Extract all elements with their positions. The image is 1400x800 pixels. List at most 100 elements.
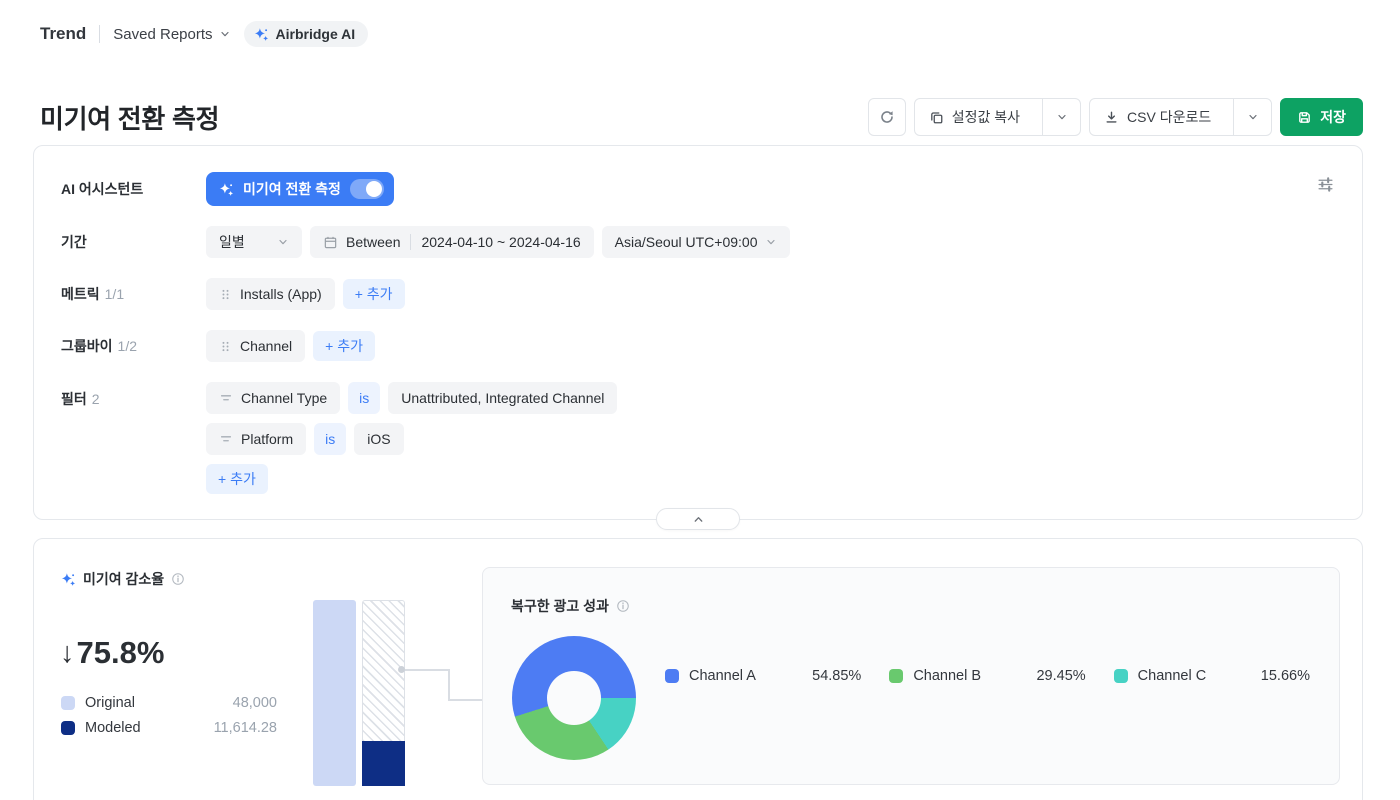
timezone-select[interactable]: Asia/Seoul UTC+09:00 (602, 226, 791, 258)
toggle-knob (366, 181, 382, 197)
date-range-picker[interactable]: Between 2024-04-10 ~ 2024-04-16 (310, 226, 594, 258)
metric-chip[interactable]: Installs (App) (206, 278, 335, 310)
recovered-card: 복구한 광고 성과 Channel A 54.85% Channel B 29.… (482, 567, 1340, 785)
groupby-label: 그룹바이 1/2 (61, 336, 206, 356)
copy-settings-split-button: 설정값 복사 (914, 98, 1081, 136)
connector-line (448, 699, 482, 701)
csv-download-button[interactable]: CSV 다운로드 (1090, 99, 1225, 135)
add-filter-button[interactable]: + 추가 (206, 464, 268, 494)
filter-icon (219, 432, 233, 446)
query-panel: AI 어시스턴트 미기여 전환 측정 기간 일별 (33, 145, 1363, 520)
topbar: Trend Saved Reports Airbridge AI (40, 20, 1360, 48)
filter-field-label: Platform (241, 431, 293, 447)
csv-download-label: CSV 다운로드 (1127, 107, 1211, 127)
download-icon (1104, 110, 1119, 125)
filter-field-label: Channel Type (241, 390, 327, 406)
filter-label: 필터 2 (61, 382, 206, 409)
legend-channel-c: Channel C 15.66% (1114, 668, 1310, 684)
granularity-select[interactable]: 일별 (206, 226, 302, 258)
legend-row-modeled: Modeled 11,614.28 (61, 720, 277, 736)
filter-field-chip[interactable]: Channel Type (206, 382, 340, 414)
ai-assistant-label: AI 어시스턴트 (61, 179, 206, 199)
chevron-down-icon (277, 236, 289, 248)
info-icon[interactable] (616, 599, 630, 613)
ai-assistant-pill-label: 미기여 전환 측정 (243, 179, 341, 199)
modeled-bar-fill (362, 741, 405, 786)
filter-value-chip[interactable]: iOS (354, 423, 403, 455)
calendar-icon (323, 235, 338, 250)
date-range-value: 2024-04-10 ~ 2024-04-16 (421, 234, 580, 250)
original-bar (313, 600, 356, 786)
reduction-value: ↓ 75.8% (60, 635, 164, 671)
reduction-title: 미기여 감소율 (83, 569, 164, 589)
refresh-button[interactable] (868, 98, 906, 136)
page-title: 미기여 전환 측정 (40, 99, 219, 136)
connector-line (405, 669, 449, 671)
filter-label-text: 필터 (61, 391, 87, 407)
groupby-chip[interactable]: Channel (206, 330, 305, 362)
filter-value-chip[interactable]: Unattributed, Integrated Channel (388, 382, 617, 414)
legend-channel-a: Channel A 54.85% (665, 668, 861, 684)
divider (99, 25, 100, 43)
filter-rule: Platform is iOS (206, 423, 404, 455)
chevron-down-icon (219, 28, 231, 40)
page: Trend Saved Reports Airbridge AI 미기여 전환 … (0, 20, 1400, 800)
ai-assistant-pill[interactable]: 미기여 전환 측정 (206, 172, 394, 206)
divider (410, 234, 411, 250)
sliders-icon[interactable] (1317, 176, 1334, 193)
filter-operator-chip[interactable]: is (348, 382, 380, 414)
legend-row-original: Original 48,000 (61, 695, 277, 711)
original-value: 48,000 (233, 695, 277, 711)
ai-assistant-toggle[interactable] (350, 179, 384, 199)
add-groupby-button[interactable]: + 추가 (313, 331, 375, 361)
metric-label-text: 메트릭 (61, 286, 100, 302)
filter-rule: Channel Type is Unattributed, Integrated… (206, 382, 617, 414)
chevron-down-icon (765, 236, 777, 248)
airbridge-ai-label: Airbridge AI (276, 26, 356, 42)
channel-b-swatch (889, 669, 903, 683)
original-swatch (61, 696, 75, 710)
reduction-title-row: 미기여 감소율 (61, 569, 185, 589)
copy-settings-dropdown[interactable] (1042, 99, 1080, 135)
filter-row: 필터 2 Channel Type is Unattributed, Integr… (61, 382, 1335, 494)
filter-count: 2 (92, 391, 100, 407)
modeled-value: 11,614.28 (214, 720, 277, 736)
granularity-value: 일별 (219, 232, 245, 252)
refresh-icon (879, 109, 895, 125)
add-metric-button[interactable]: + 추가 (343, 279, 405, 309)
metric-label: 메트릭 1/1 (61, 284, 206, 304)
copy-settings-label: 설정값 복사 (952, 107, 1020, 127)
connector-line (448, 669, 450, 700)
info-icon[interactable] (171, 572, 185, 586)
period-label: 기간 (61, 232, 206, 252)
save-label: 저장 (1320, 107, 1346, 127)
groupby-label-text: 그룹바이 (61, 338, 113, 354)
filter-operator-chip[interactable]: is (314, 423, 346, 455)
timezone-value: Asia/Seoul UTC+09:00 (615, 234, 758, 250)
copy-settings-button[interactable]: 설정값 복사 (915, 99, 1034, 135)
csv-download-dropdown[interactable] (1233, 99, 1271, 135)
date-mode-label: Between (346, 234, 400, 250)
metric-row: 메트릭 1/1 Installs (App) + 추가 (61, 278, 1335, 310)
groupby-count: 1/2 (118, 338, 137, 354)
metric-chip-label: Installs (App) (240, 286, 322, 302)
channel-a-swatch (665, 669, 679, 683)
chevron-down-icon (1056, 111, 1068, 123)
period-row: 기간 일별 Between 2024-04-10 ~ (61, 226, 1335, 258)
filter-value-label: iOS (367, 431, 390, 447)
airbridge-ai-chip[interactable]: Airbridge AI (244, 21, 369, 47)
filter-field-chip[interactable]: Platform (206, 423, 306, 455)
reduction-legend: Original 48,000 Modeled 11,614.28 (61, 695, 277, 736)
drag-handle-icon (219, 288, 232, 301)
saved-reports-dropdown[interactable]: Saved Reports (113, 26, 230, 43)
collapse-panel-button[interactable] (656, 508, 740, 530)
save-icon (1297, 110, 1312, 125)
metric-count: 1/1 (105, 286, 124, 302)
header-actions: 설정값 복사 CSV 다운로드 (868, 98, 1363, 136)
connector-dot (398, 666, 405, 673)
channel-b-value: 29.45% (1036, 668, 1085, 684)
recovered-donut-chart (512, 636, 636, 760)
sparkle-icon (254, 27, 269, 42)
save-button[interactable]: 저장 (1280, 98, 1363, 136)
chevron-down-icon (1247, 111, 1259, 123)
